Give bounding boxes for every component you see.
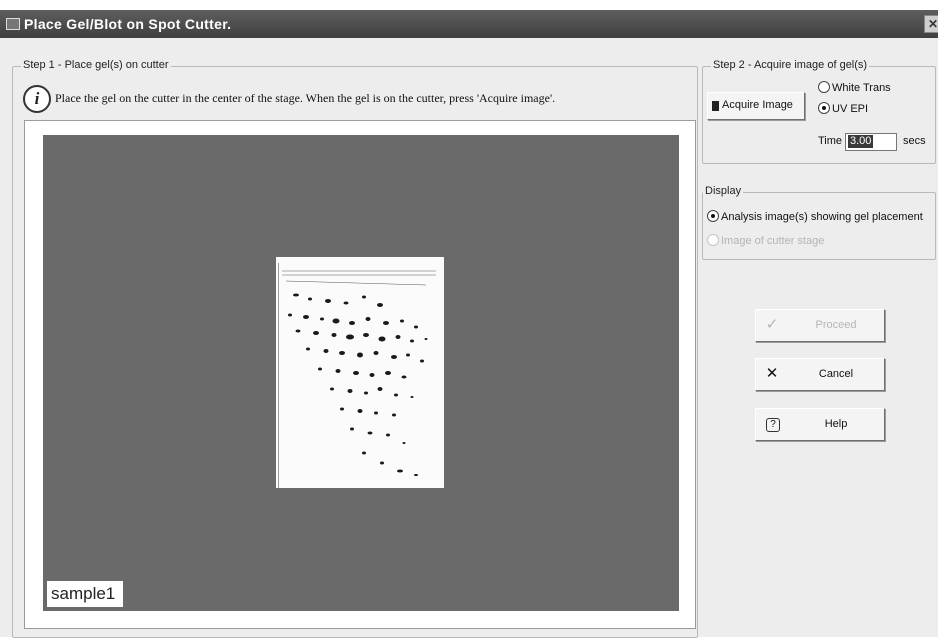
window-menu-icon[interactable] <box>6 18 20 30</box>
cutter-stage-radio[interactable]: Image of cutter stage <box>707 234 824 247</box>
sample-label: sample1 <box>47 581 123 607</box>
window-title: Place Gel/Blot on Spot Cutter. <box>24 16 232 32</box>
camera-icon <box>712 101 719 111</box>
radio-selected-icon <box>707 210 719 222</box>
uv-epi-label: UV EPI <box>832 103 869 115</box>
checkmark-icon: ✓ <box>765 316 779 333</box>
radio-selected-icon <box>818 102 830 114</box>
help-button[interactable]: ? Help <box>755 408 885 441</box>
close-button[interactable]: ✕ <box>924 15 938 33</box>
cancel-label: Cancel <box>818 368 854 380</box>
time-label: Time <box>818 135 843 147</box>
cutter-stage-label: Image of cutter stage <box>721 235 825 247</box>
time-unit-label: secs <box>903 135 926 147</box>
step1-instruction: Place the gel on the cutter in the cente… <box>55 91 556 105</box>
analysis-image-label: Analysis image(s) showing gel placement <box>721 211 923 223</box>
gel-image <box>276 257 444 488</box>
title-bar[interactable]: Place Gel/Blot on Spot Cutter. ✕ <box>0 10 938 38</box>
step1-legend: Step 1 - Place gel(s) on cutter <box>21 59 171 71</box>
gel-spots <box>276 257 444 488</box>
acquire-image-button[interactable]: Acquire Image <box>707 92 805 120</box>
acquire-image-label: Acquire Image <box>722 99 793 111</box>
spot-cutter-dialog: Place Gel/Blot on Spot Cutter. ✕ Step 1 … <box>0 10 938 638</box>
x-icon: ✕ <box>765 365 779 382</box>
white-trans-radio[interactable]: White Trans <box>818 81 891 94</box>
display-legend: Display <box>703 185 744 197</box>
display-group: Display <box>702 185 936 260</box>
time-field[interactable]: 3.00 <box>845 133 897 151</box>
time-value: 3.00 <box>848 135 874 148</box>
help-label: Help <box>824 418 848 430</box>
proceed-label: Proceed <box>815 319 857 331</box>
analysis-image-radio[interactable]: Analysis image(s) showing gel placement <box>707 210 923 223</box>
cancel-button[interactable]: ✕ Cancel <box>755 358 885 391</box>
proceed-button[interactable]: ✓ Proceed <box>755 309 885 342</box>
white-trans-label: White Trans <box>832 82 891 94</box>
step2-legend: Step 2 - Acquire image of gel(s) <box>711 59 870 71</box>
radio-icon <box>818 81 830 93</box>
uv-epi-radio[interactable]: UV EPI <box>818 102 868 115</box>
info-icon: i <box>23 85 51 113</box>
help-icon: ? <box>766 418 780 432</box>
radio-icon <box>707 234 719 246</box>
cutter-stage-image[interactable]: sample1 <box>43 135 679 611</box>
